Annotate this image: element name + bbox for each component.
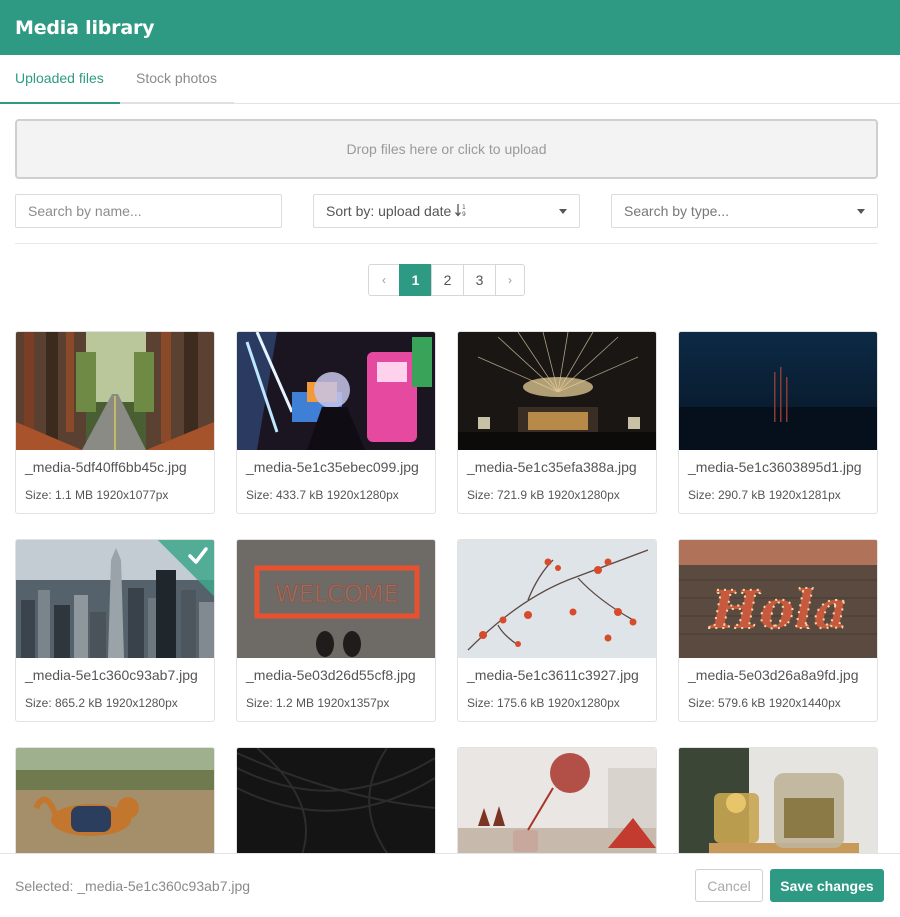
media-thumbnail: Hola: [679, 540, 877, 658]
media-filename: _media-5e03d26a8a9fd.jpg: [688, 667, 859, 683]
media-card-selected[interactable]: _media-5e1c360c93ab7.jpg Size: 865.2 kB …: [15, 539, 215, 722]
check-icon: [188, 547, 208, 564]
media-size: Size: 721.9 kB 1920x1280px: [467, 488, 620, 502]
save-changes-button[interactable]: Save changes: [770, 869, 884, 902]
media-filename: _media-5e1c3603895d1.jpg: [688, 459, 862, 475]
media-library-modal: Media library Uploaded files Stock photo…: [0, 0, 900, 917]
media-size: Size: 175.6 kB 1920x1280px: [467, 696, 620, 710]
media-thumbnail: [458, 332, 656, 450]
media-card[interactable]: _media-5e1c3611c3927.jpg Size: 175.6 kB …: [457, 539, 657, 722]
search-name-input[interactable]: [28, 203, 269, 219]
pagination-page-3[interactable]: 3: [463, 264, 496, 296]
media-size: Size: 433.7 kB 1920x1280px: [246, 488, 399, 502]
media-filename: _media-5e03d26d55cf8.jpg: [246, 667, 416, 683]
media-card[interactable]: [457, 747, 657, 853]
media-thumbnail: [679, 332, 877, 450]
cancel-button[interactable]: Cancel: [695, 869, 763, 902]
media-size: Size: 865.2 kB 1920x1280px: [25, 696, 178, 710]
media-size: Size: 1.2 MB 1920x1357px: [246, 696, 390, 710]
media-card[interactable]: _media-5e1c35ebec099.jpg Size: 433.7 kB …: [236, 331, 436, 514]
pagination: ‹ 1 2 3 ›: [15, 264, 878, 296]
modal-title: Media library: [15, 16, 155, 39]
chevron-down-icon: [857, 209, 865, 214]
modal-footer: Selected: _media-5e1c360c93ab7.jpg Cance…: [0, 853, 900, 917]
pagination-page-1[interactable]: 1: [399, 264, 432, 296]
chevron-down-icon: [559, 209, 567, 214]
media-thumbnail: WELCOME: [237, 540, 435, 658]
media-thumbnail: [458, 748, 656, 853]
svg-text:1: 1: [462, 204, 466, 211]
pagination-prev-button[interactable]: ‹: [368, 264, 400, 296]
media-filename: _media-5e1c360c93ab7.jpg: [25, 667, 198, 683]
media-card[interactable]: _media-5e1c3603895d1.jpg Size: 290.7 kB …: [678, 331, 878, 514]
media-thumbnail: [16, 332, 214, 450]
sort-numeric-asc-icon: 1 9: [455, 203, 468, 220]
modal-body[interactable]: Drop files here or click to upload Sort …: [0, 104, 900, 853]
media-filename: _media-5e1c35ebec099.jpg: [246, 459, 419, 475]
welcome-mat-text: WELCOME: [275, 580, 399, 608]
tab-uploaded-files[interactable]: Uploaded files: [0, 55, 120, 104]
media-thumbnail: [16, 748, 214, 853]
tab-stock-photos[interactable]: Stock photos: [120, 55, 234, 104]
hola-sign-text: Hola: [708, 580, 847, 641]
media-card[interactable]: Hola _media-5e03d26a8a9fd.jpg Size: 579.…: [678, 539, 878, 722]
type-select-placeholder: Search by type...: [624, 203, 730, 219]
modal-header: Media library: [0, 0, 900, 55]
svg-text:9: 9: [462, 211, 466, 217]
selected-check-badge: [158, 540, 214, 596]
sort-select-label: Sort by: upload date: [326, 203, 452, 219]
media-card[interactable]: [678, 747, 878, 853]
search-name-field[interactable]: [15, 194, 282, 228]
pagination-next-button[interactable]: ›: [495, 264, 525, 296]
pagination-page-2[interactable]: 2: [431, 264, 464, 296]
media-thumbnail: [237, 748, 435, 853]
sort-select[interactable]: Sort by: upload date 1 9: [313, 194, 580, 228]
media-size: Size: 1.1 MB 1920x1077px: [25, 488, 169, 502]
media-card[interactable]: WELCOME _media-5e03d26d55cf8.jpg Size: 1…: [236, 539, 436, 722]
media-thumbnail: [458, 540, 656, 658]
tab-bar: Uploaded files Stock photos: [0, 55, 900, 104]
type-select[interactable]: Search by type...: [611, 194, 878, 228]
media-thumbnail: [237, 332, 435, 450]
media-size: Size: 290.7 kB 1920x1281px: [688, 488, 841, 502]
media-card[interactable]: [15, 747, 215, 853]
media-grid: _media-5df40ff6bb45c.jpg Size: 1.1 MB 19…: [15, 331, 878, 853]
media-filename: _media-5df40ff6bb45c.jpg: [25, 459, 187, 475]
upload-dropzone[interactable]: Drop files here or click to upload: [15, 119, 878, 179]
media-filename: _media-5e1c35efa388a.jpg: [467, 459, 637, 475]
selected-file-label: Selected: _media-5e1c360c93ab7.jpg: [15, 877, 251, 894]
media-thumbnail: [679, 748, 877, 853]
divider: [15, 243, 878, 244]
dropzone-text: Drop files here or click to upload: [346, 141, 547, 157]
media-filename: _media-5e1c3611c3927.jpg: [467, 667, 639, 683]
filter-bar: Sort by: upload date 1 9 Search by type.…: [15, 194, 878, 228]
media-card[interactable]: _media-5e1c35efa388a.jpg Size: 721.9 kB …: [457, 331, 657, 514]
media-card[interactable]: [236, 747, 436, 853]
media-card[interactable]: _media-5df40ff6bb45c.jpg Size: 1.1 MB 19…: [15, 331, 215, 514]
media-size: Size: 579.6 kB 1920x1440px: [688, 696, 841, 710]
